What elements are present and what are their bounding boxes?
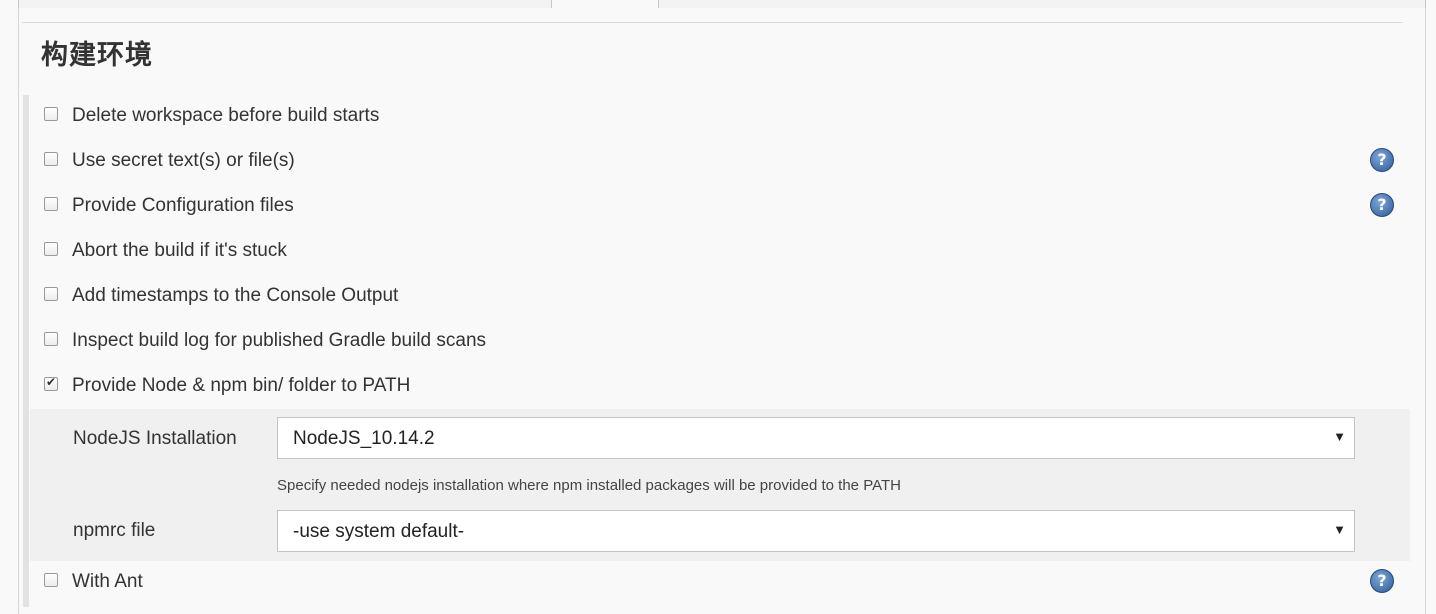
nodejs-installation-hint: Specify needed nodejs installation where…	[277, 477, 901, 494]
nodejs-installation-value: NodeJS_10.14.2	[293, 428, 435, 449]
abort-stuck-checkbox[interactable]	[44, 242, 58, 256]
nodejs-installation-select[interactable]: NodeJS_10.14.2 ▼	[277, 417, 1355, 459]
option-label: Provide Node & npm bin/ folder to PATH	[72, 375, 411, 396]
option-label: Delete workspace before build starts	[72, 105, 380, 126]
section-divider	[22, 22, 1403, 23]
option-label: Abort the build if it's stuck	[72, 240, 287, 261]
timestamps-checkbox[interactable]	[44, 287, 58, 301]
config-files-checkbox[interactable]	[44, 197, 58, 211]
dropdown-arrow-icon: ▼	[1333, 522, 1346, 537]
option-gradle-scans[interactable]: Inspect build log for published Gradle b…	[30, 330, 1410, 372]
option-label: With Ant	[72, 571, 143, 592]
option-delete-workspace[interactable]: Delete workspace before build starts	[30, 105, 1410, 147]
option-timestamps[interactable]: Add timestamps to the Console Output	[30, 285, 1410, 327]
section-title: 构建环境	[41, 40, 153, 71]
with-ant-checkbox[interactable]	[44, 573, 58, 587]
section-indent-bar	[23, 95, 29, 607]
help-icon[interactable]: ?	[1370, 193, 1394, 217]
option-with-ant[interactable]: With Ant ?	[30, 569, 1410, 613]
option-label: Use secret text(s) or file(s)	[72, 150, 295, 171]
help-icon[interactable]: ?	[1370, 148, 1394, 172]
option-label: Inspect build log for published Gradle b…	[72, 330, 487, 351]
option-secret-text[interactable]: Use secret text(s) or file(s) ?	[30, 148, 1410, 192]
gradle-scans-checkbox[interactable]	[44, 332, 58, 346]
option-label: Add timestamps to the Console Output	[72, 285, 399, 306]
nodejs-config-block: NodeJS Installation NodeJS_10.14.2 ▼ Spe…	[30, 409, 1410, 561]
nodejs-installation-label: NodeJS Installation	[73, 428, 237, 449]
option-label: Provide Configuration files	[72, 195, 294, 216]
npmrc-file-select[interactable]: -use system default- ▼	[277, 510, 1355, 552]
dropdown-arrow-icon: ▼	[1333, 429, 1346, 444]
npmrc-file-value: -use system default-	[293, 521, 465, 542]
delete-workspace-checkbox[interactable]	[44, 107, 58, 121]
npmrc-file-label: npmrc file	[73, 520, 156, 541]
help-icon[interactable]: ?	[1370, 569, 1394, 593]
option-abort-stuck[interactable]: Abort the build if it's stuck	[30, 240, 1410, 282]
node-npm-path-checkbox[interactable]	[44, 375, 58, 391]
option-config-files[interactable]: Provide Configuration files ?	[30, 193, 1410, 237]
secret-text-checkbox[interactable]	[44, 152, 58, 166]
